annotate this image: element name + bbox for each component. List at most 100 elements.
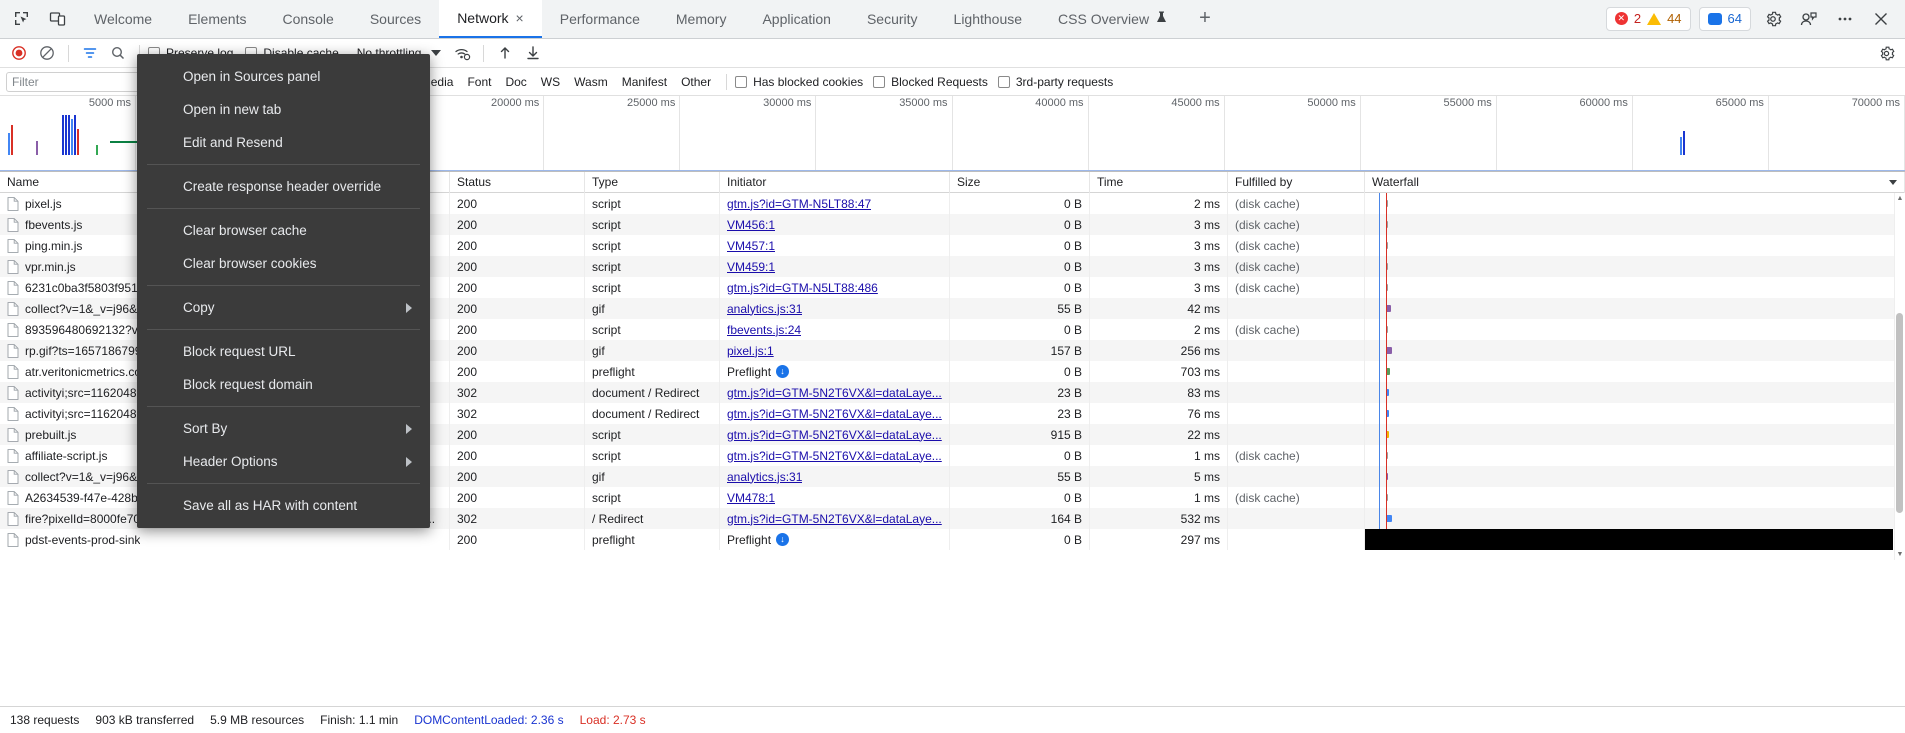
cell-waterfall [1365, 340, 1905, 361]
initiator-link[interactable]: analytics.js:31 [727, 470, 802, 484]
initiator-link[interactable]: fbevents.js:24 [727, 323, 801, 337]
record-button[interactable] [6, 41, 32, 65]
context-menu-item[interactable]: Create response header override [137, 170, 430, 203]
cell-time: 5 ms [1090, 466, 1228, 487]
dom-content-loaded-time: DOMContentLoaded: 2.36 s [414, 713, 563, 727]
blocked-requests-checkbox[interactable]: Blocked Requests [873, 75, 988, 89]
initiator-link[interactable]: gtm.js?id=GTM-5N2T6VX&l=dataLaye... [727, 512, 942, 526]
scroll-down-arrow[interactable]: ▼ [1895, 549, 1905, 560]
context-menu-item[interactable]: Clear browser cookies [137, 247, 430, 280]
cell-type: script [585, 277, 720, 298]
export-har-icon[interactable] [520, 41, 546, 65]
context-menu-item[interactable]: Copy [137, 291, 430, 324]
close-devtools-icon[interactable] [1867, 5, 1895, 33]
initiator-link[interactable]: gtm.js?id=GTM-5N2T6VX&l=dataLaye... [727, 428, 942, 442]
cell-size: 23 B [950, 382, 1090, 403]
cell-waterfall [1365, 403, 1905, 424]
context-menu-item[interactable]: Edit and Resend [137, 126, 430, 159]
filter-type-manifest[interactable]: Manifest [615, 73, 674, 91]
info-counter[interactable]: 64 [1699, 7, 1751, 31]
tab-console[interactable]: Console [264, 0, 351, 38]
tab-security[interactable]: Security [849, 0, 936, 38]
initiator-link[interactable]: pixel.js:1 [727, 344, 774, 358]
cell-time: 3 ms [1090, 235, 1228, 256]
tab-lighthouse[interactable]: Lighthouse [936, 0, 1041, 38]
initiator-link[interactable]: analytics.js:31 [727, 302, 802, 316]
initiator-link[interactable]: gtm.js?id=GTM-5N2T6VX&l=dataLaye... [727, 449, 942, 463]
column-header-waterfall[interactable]: Waterfall [1365, 172, 1905, 193]
search-icon[interactable] [105, 41, 131, 65]
initiator-link[interactable]: gtm.js?id=GTM-N5LT88:47 [727, 197, 871, 211]
column-header-time[interactable]: Time [1090, 172, 1228, 193]
tab-performance[interactable]: Performance [542, 0, 658, 38]
more-options-icon[interactable] [1831, 5, 1859, 33]
initiator-link[interactable]: VM459:1 [727, 260, 775, 274]
clear-button[interactable] [34, 41, 60, 65]
initiator-link[interactable]: gtm.js?id=GTM-5N2T6VX&l=dataLaye... [727, 386, 942, 400]
tab-css-overview[interactable]: CSS Overview [1040, 0, 1185, 38]
column-header-status[interactable]: Status [450, 172, 585, 193]
tab-network[interactable]: Network × [439, 0, 542, 38]
context-menu-item[interactable]: Header Options [137, 445, 430, 478]
context-menu-item[interactable]: Block request domain [137, 368, 430, 401]
third-party-requests-checkbox[interactable]: 3rd-party requests [998, 75, 1113, 89]
device-toolbar-icon[interactable] [44, 6, 70, 32]
waterfall-load-line [1386, 508, 1387, 529]
customize-devtools-icon[interactable] [1795, 5, 1823, 33]
column-header-type[interactable]: Type [585, 172, 720, 193]
document-icon [7, 449, 19, 463]
network-conditions-icon[interactable] [449, 41, 475, 65]
tab-elements[interactable]: Elements [170, 0, 264, 38]
tab-application[interactable]: Application [744, 0, 849, 38]
preflight-info-icon[interactable]: ↓ [776, 533, 789, 546]
filter-type-ws[interactable]: WS [534, 73, 567, 91]
more-tabs-button[interactable]: + [1185, 0, 1225, 38]
error-warning-counter[interactable]: ✕ 2 44 [1606, 7, 1691, 31]
network-settings-gear-icon[interactable] [1873, 41, 1899, 65]
initiator-link[interactable]: VM457:1 [727, 239, 775, 253]
tab-sources[interactable]: Sources [352, 0, 439, 38]
waterfall-load-line [1386, 319, 1387, 340]
scrollbar-thumb[interactable] [1896, 313, 1903, 513]
column-header-fulfilled[interactable]: Fulfilled by [1228, 172, 1365, 193]
initiator-link[interactable]: gtm.js?id=GTM-N5LT88:486 [727, 281, 878, 295]
context-menu-item[interactable]: Sort By [137, 412, 430, 445]
scroll-up-arrow[interactable]: ▲ [1895, 193, 1905, 204]
cell-time: 83 ms [1090, 382, 1228, 403]
filter-type-doc[interactable]: Doc [498, 73, 533, 91]
cell-initiator: VM459:1 [720, 256, 950, 277]
checkbox-box [735, 76, 747, 88]
request-context-menu[interactable]: Open in Sources panelOpen in new tabEdit… [137, 54, 430, 528]
context-menu-item[interactable]: Save all as HAR with content [137, 489, 430, 522]
import-har-icon[interactable] [492, 41, 518, 65]
cell-time: 532 ms [1090, 508, 1228, 529]
cell-status: 200 [450, 424, 585, 445]
cell-fulfilled-by: (disk cache) [1228, 193, 1365, 214]
filter-type-other[interactable]: Other [674, 73, 718, 91]
waterfall-dcl-line [1379, 214, 1380, 235]
vertical-scrollbar[interactable]: ▲ ▼ [1894, 193, 1905, 560]
column-header-initiator[interactable]: Initiator [720, 172, 950, 193]
filter-icon[interactable] [77, 41, 103, 65]
tab-memory[interactable]: Memory [658, 0, 745, 38]
column-header-size[interactable]: Size [950, 172, 1090, 193]
context-menu-item[interactable]: Block request URL [137, 335, 430, 368]
initiator-link[interactable]: VM478:1 [727, 491, 775, 505]
context-menu-item[interactable]: Clear browser cache [137, 214, 430, 247]
inspect-element-icon[interactable] [8, 6, 34, 32]
cell-fulfilled-by [1228, 466, 1365, 487]
has-blocked-cookies-checkbox[interactable]: Has blocked cookies [735, 75, 863, 89]
context-menu-item[interactable]: Open in new tab [137, 93, 430, 126]
initiator-preflight: Preflight↓ [727, 533, 789, 547]
chevron-down-icon[interactable] [1889, 180, 1897, 185]
preflight-info-icon[interactable]: ↓ [776, 365, 789, 378]
filter-type-font[interactable]: Font [460, 73, 498, 91]
cell-initiator: VM478:1 [720, 487, 950, 508]
filter-type-wasm[interactable]: Wasm [567, 73, 615, 91]
context-menu-item[interactable]: Open in Sources panel [137, 60, 430, 93]
close-icon[interactable]: × [516, 11, 524, 25]
tab-welcome[interactable]: Welcome [76, 0, 170, 38]
initiator-link[interactable]: gtm.js?id=GTM-5N2T6VX&l=dataLaye... [727, 407, 942, 421]
initiator-link[interactable]: VM456:1 [727, 218, 775, 232]
settings-gear-icon[interactable] [1759, 5, 1787, 33]
